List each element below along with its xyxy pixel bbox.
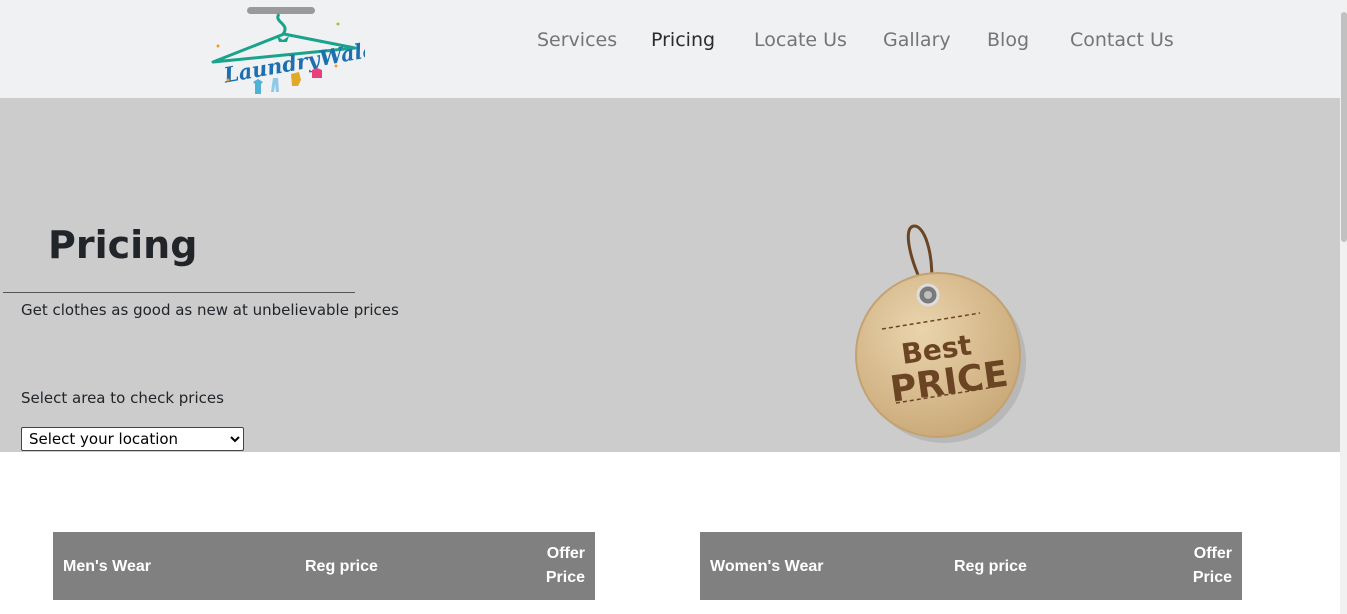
col-offer-line2: Price — [545, 569, 585, 586]
nav-contact-us[interactable]: Contact Us — [1070, 29, 1174, 51]
nav-locate-us[interactable]: Locate Us — [754, 29, 847, 51]
navbar: LaundryWalaa Services Pricing Locate Us … — [0, 0, 1340, 98]
col-offer-line2: Price — [1192, 569, 1232, 586]
hero-section: Pricing Get clothes as good as new at un… — [0, 98, 1340, 452]
mens-wear-table-header: Men's Wear Reg price Offer Price — [53, 532, 595, 600]
col-offer-price: Offer Price — [1193, 542, 1232, 590]
col-offer-price: Offer Price — [546, 542, 585, 590]
hero-subtitle: Get clothes as good as new at unbelievab… — [21, 301, 399, 319]
area-select-label: Select area to check prices — [21, 389, 224, 407]
col-reg-price: Reg price — [305, 558, 378, 575]
nav-pricing[interactable]: Pricing — [651, 29, 715, 51]
title-underline — [3, 292, 355, 293]
col-offer-line1: Offer — [546, 545, 585, 562]
page-title: Pricing — [48, 223, 198, 267]
page-scrollbar-thumb[interactable] — [1341, 12, 1347, 242]
nav-blog[interactable]: Blog — [987, 29, 1029, 51]
best-price-tag-image: Best PRICE — [855, 224, 1026, 443]
nav-gallary[interactable]: Gallary — [883, 29, 951, 51]
col-reg-price: Reg price — [954, 558, 1027, 575]
location-select[interactable]: Select your location — [21, 427, 244, 451]
womens-wear-table-header: Women's Wear Reg price Offer Price — [700, 532, 1242, 600]
laundry-walaa-logo[interactable]: LaundryWalaa — [205, 4, 365, 98]
col-offer-line1: Offer — [1193, 545, 1232, 562]
col-womens-wear: Women's Wear — [710, 558, 824, 575]
nav-services[interactable]: Services — [537, 29, 617, 51]
col-mens-wear: Men's Wear — [63, 558, 151, 575]
